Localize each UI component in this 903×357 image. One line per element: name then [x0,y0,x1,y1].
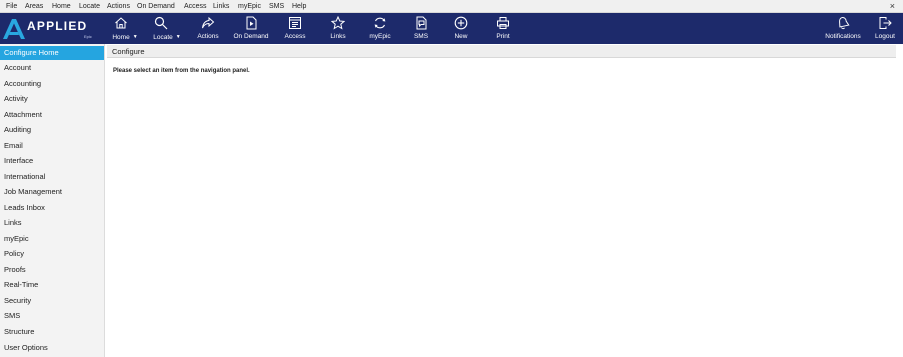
toolbar-myepic-button[interactable]: myEpic [366,13,394,44]
sidebar-item-email[interactable]: Email [0,139,104,153]
menu-areas[interactable]: Areas [25,2,43,11]
menu-bar: File Areas Home Locate Actions On Demand… [0,0,903,13]
app-window: File Areas Home Locate Actions On Demand… [0,0,903,357]
toolbar-new-button[interactable]: New [450,13,472,44]
toolbar-print-button[interactable]: Print [492,13,514,44]
instruction-message: Please select an item from the navigatio… [113,68,250,74]
sidebar-item-activity[interactable]: Activity [0,92,104,106]
toolbar-notifications-button[interactable]: Notifications [822,13,864,44]
menu-help[interactable]: Help [292,2,306,11]
logo-subtext: Epic [84,34,92,39]
menu-home[interactable]: Home [52,2,71,11]
menu-on-demand[interactable]: On Demand [137,2,175,11]
toolbar-on-demand-button[interactable]: On Demand [231,13,271,44]
toolbar-sms-button[interactable]: SMS [410,13,432,44]
sidebar-item-leads-inbox[interactable]: Leads Inbox [0,201,104,215]
sms-document-icon [416,16,427,30]
toolbar-home-button[interactable]: Home ▼ [106,13,138,44]
sidebar-item-attachment[interactable]: Attachment [0,108,104,122]
logo-text: APPLIED [27,19,88,33]
main-header: Configure [107,45,896,58]
menu-actions[interactable]: Actions [107,2,130,11]
sidebar-item-account[interactable]: Account [0,61,104,75]
toolbar-links-label: Links [330,33,346,40]
sidebar-item-myepic[interactable]: myEpic [0,232,104,246]
toolbar-home-label: Home [112,34,130,41]
plus-circle-icon [454,16,468,30]
bell-icon [839,17,850,30]
toolbar-logout-button[interactable]: Logout [872,13,898,44]
refresh-circle-icon [374,17,386,29]
sidebar-item-accounting[interactable]: Accounting [0,77,104,91]
sidebar-item-links[interactable]: Links [0,216,104,230]
toolbar-actions-button[interactable]: Actions [194,13,222,44]
toolbar-access-button[interactable]: Access [282,13,308,44]
toolbar-locate-label: Locate [153,34,173,41]
sidebar-item-international[interactable]: International [0,170,104,184]
toolbar-new-label: New [454,33,468,40]
menu-file[interactable]: File [6,2,17,11]
sidebar-item-proofs[interactable]: Proofs [0,263,104,277]
logout-icon [879,17,892,29]
toolbar-notifications-label: Notifications [825,33,861,40]
sidebar-item-auditing[interactable]: Auditing [0,123,104,137]
toolbar-sms-label: SMS [413,33,429,40]
navigation-panel: Configure Home Account Accounting Activi… [0,44,105,357]
main-toolbar: APPLIED Epic Home ▼ Locate ▼ Actions On … [0,13,903,44]
search-icon [154,16,168,30]
applied-epic-logo: APPLIED Epic [3,16,99,42]
star-icon [331,16,345,30]
chevron-down-icon: ▼ [132,34,138,40]
toolbar-access-label: Access [284,33,306,40]
close-icon[interactable]: × [890,1,895,11]
sidebar-item-structure[interactable]: Structure [0,325,104,339]
sidebar-item-security[interactable]: Security [0,294,104,308]
sidebar-item-job-management[interactable]: Job Management [0,185,104,199]
menu-sms[interactable]: SMS [269,2,284,11]
sidebar-item-interface[interactable]: Interface [0,154,104,168]
page-title: Configure [112,47,145,56]
sidebar-item-sms[interactable]: SMS [0,309,104,323]
toolbar-logout-label: Logout [875,33,895,40]
sidebar-item-user-options[interactable]: User Options [0,341,104,355]
toolbar-print-label: Print [496,33,510,40]
toolbar-links-button[interactable]: Links [327,13,349,44]
toolbar-myepic-label: myEpic [369,33,391,40]
window-list-icon [289,17,301,29]
menu-locate[interactable]: Locate [79,2,100,11]
toolbar-locate-button[interactable]: Locate ▼ [150,13,181,44]
menu-links[interactable]: Links [213,2,229,11]
logo-mark-icon [3,19,25,39]
toolbar-actions-label: Actions [197,33,219,40]
menu-access[interactable]: Access [184,2,207,11]
chevron-down-icon: ▼ [175,34,181,40]
home-icon [115,17,127,29]
menu-myepic[interactable]: myEpic [238,2,261,11]
document-play-icon [246,16,257,30]
toolbar-on-demand-label: On Demand [233,33,269,40]
printer-icon [497,17,509,29]
sidebar-item-real-time[interactable]: Real-Time [0,278,104,292]
share-arrow-icon [202,16,215,29]
sidebar-item-configure-home[interactable]: Configure Home [0,46,104,60]
sidebar-item-policy[interactable]: Policy [0,247,104,261]
